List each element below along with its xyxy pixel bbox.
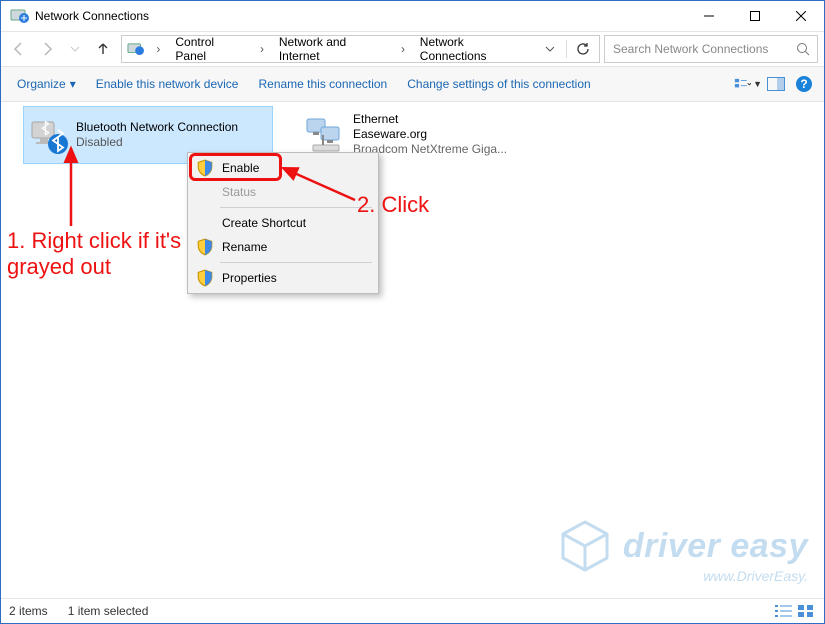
menu-create-shortcut[interactable]: Create Shortcut [190,211,376,235]
up-button[interactable] [89,35,117,63]
enable-device-button[interactable]: Enable this network device [86,73,249,95]
location-icon [126,39,145,59]
refresh-button[interactable] [569,35,597,63]
breadcrumb-label: Network and Internet [273,35,392,63]
organize-menu[interactable]: Organize ▾ [7,73,86,95]
watermark-brand: driver easy [623,527,808,566]
status-count: 2 items [9,604,48,618]
back-button[interactable] [5,35,33,63]
search-box[interactable] [604,35,818,63]
forward-button[interactable] [33,35,61,63]
menu-label: Enable [222,161,259,175]
breadcrumb[interactable]: Network and Internet› [273,36,414,62]
breadcrumb-label: Network Connections [414,35,536,63]
nav-bar: › Control Panel› Network and Internet› N… [1,31,824,66]
icons-view-button[interactable] [796,603,816,619]
menu-properties[interactable]: Properties [190,266,376,290]
menu-separator [220,262,372,263]
address-bar[interactable]: › Control Panel› Network and Internet› N… [121,35,600,63]
adapter-name: Bluetooth Network Connection [76,120,238,135]
menu-status: Status [190,180,376,204]
window-title: Network Connections [35,9,149,23]
history-dropdown[interactable] [536,35,564,63]
chevron-down-icon: ▾ [70,77,76,91]
context-menu: Enable Status Create Shortcut Delete Ren… [187,152,379,294]
search-input[interactable] [611,41,795,57]
view-menu[interactable]: ▼ [734,72,762,96]
breadcrumb[interactable]: Control Panel› [169,36,272,62]
menu-label: Status [222,185,256,199]
adapter-labels: Ethernet Easeware.org Broadcom NetXtreme… [353,112,507,157]
close-button[interactable] [778,1,824,31]
menu-label: Create Shortcut [222,216,306,230]
status-selected: 1 item selected [68,604,149,618]
rename-connection-button[interactable]: Rename this connection [248,73,397,95]
menu-label: Properties [222,271,277,285]
watermark: driver easy www.DriverEasy. [557,518,808,574]
menu-label: Rename [222,240,267,254]
watermark-url: www.DriverEasy. [703,568,808,584]
details-view-button[interactable] [774,603,794,619]
command-bar: Organize ▾ Enable this network device Ren… [1,66,824,102]
adapter-labels: Bluetooth Network Connection Disabled [76,120,238,150]
shield-icon [196,238,214,256]
breadcrumb-root-sep[interactable]: › [147,36,169,62]
app-icon [9,6,29,26]
change-settings-button[interactable]: Change settings of this connection [397,73,600,95]
explorer-window: Network Connections › Control Panel› Net… [0,0,825,624]
annotation-text: 1. Right click if it's grayed out [7,228,197,280]
search-icon [795,41,811,57]
content-area[interactable]: Bluetooth Network Connection Disabled Et… [1,102,824,602]
cmd-label: Enable this network device [96,77,239,91]
cmd-label: Change settings of this connection [407,77,590,91]
adapter-icon [305,113,347,155]
adapter-domain: Easeware.org [353,127,507,142]
shield-icon [196,269,214,287]
adapter-icon [28,114,70,156]
adapter-name: Ethernet [353,112,507,127]
shield-icon [196,159,214,177]
breadcrumb-label: Control Panel [169,35,251,63]
titlebar: Network Connections [1,1,824,31]
breadcrumb[interactable]: Network Connections [414,36,536,62]
minimize-button[interactable] [686,1,732,31]
cube-icon [557,518,613,574]
maximize-button[interactable] [732,1,778,31]
recent-dropdown[interactable] [61,35,89,63]
adapter-status: Disabled [76,135,238,150]
svg-text:?: ? [800,77,807,91]
menu-enable[interactable]: Enable [190,156,376,180]
preview-pane-button[interactable] [762,72,790,96]
menu-rename[interactable]: Rename [190,235,376,259]
status-bar: 2 items 1 item selected [1,598,824,623]
help-button[interactable]: ? [790,72,818,96]
menu-separator [220,207,372,208]
cmd-label: Rename this connection [258,77,387,91]
cmd-label: Organize [17,77,66,91]
